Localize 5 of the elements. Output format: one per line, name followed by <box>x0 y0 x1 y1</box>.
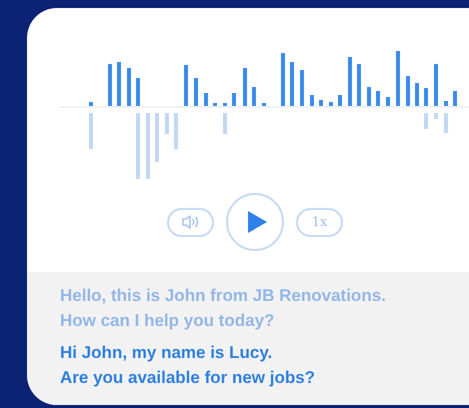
message-text: Hello, this is John from JB Renovations. How can I help you today? <box>60 285 387 332</box>
speaker-icon <box>180 214 200 230</box>
message-text: Hi John, my name is Lucy. Are you available for new jobs? <box>60 342 316 389</box>
speed-button[interactable]: 1x <box>296 208 343 236</box>
play-icon <box>246 210 268 234</box>
